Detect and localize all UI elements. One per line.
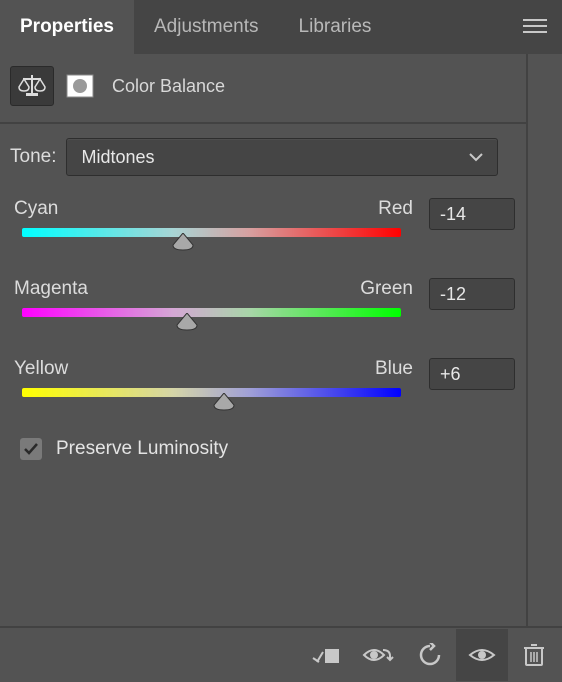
tone-dropdown[interactable]: Midtones <box>66 138 498 176</box>
slider-thumb[interactable] <box>176 313 198 336</box>
eye-toggle-icon <box>362 644 394 666</box>
preserve-luminosity-label: Preserve Luminosity <box>56 438 228 460</box>
tab-adjustments[interactable]: Adjustments <box>134 0 279 54</box>
mask-icon <box>65 73 95 99</box>
slider-thumb[interactable] <box>172 233 194 256</box>
slider-magenta-green: Magenta Green <box>10 278 515 340</box>
slider-left-label: Yellow <box>14 358 68 380</box>
tone-label: Tone: <box>10 146 56 168</box>
slider-right-label: Blue <box>375 358 413 380</box>
tab-label: Properties <box>20 16 114 38</box>
adjustment-title: Color Balance <box>112 76 225 97</box>
slider-yellow-blue: Yellow Blue <box>10 358 515 420</box>
reset-button[interactable] <box>404 629 456 681</box>
tone-value: Midtones <box>81 147 154 168</box>
slider-value-input-yellow-blue[interactable] <box>429 358 515 390</box>
check-icon <box>24 443 38 455</box>
slider-track-magenta-green[interactable] <box>10 306 413 340</box>
divider <box>0 122 562 124</box>
tab-properties[interactable]: Properties <box>0 0 134 54</box>
view-previous-state-button[interactable] <box>352 629 404 681</box>
menu-icon <box>523 19 547 35</box>
balance-scale-icon <box>17 73 47 99</box>
adjustment-type-icon-box[interactable] <box>10 66 54 106</box>
slider-track-yellow-blue[interactable] <box>10 386 413 420</box>
visibility-button[interactable] <box>456 629 508 681</box>
tab-label: Libraries <box>299 16 372 38</box>
panel-tabs: Properties Adjustments Libraries <box>0 0 562 54</box>
layer-mask-icon-box[interactable] <box>62 68 98 104</box>
slider-value-input-magenta-green[interactable] <box>429 278 515 310</box>
chevron-down-icon <box>469 152 483 162</box>
reset-icon <box>417 643 443 667</box>
panel-menu-button[interactable] <box>508 0 562 54</box>
trash-icon <box>523 643 545 667</box>
clip-icon <box>312 644 340 666</box>
slider-value-input-cyan-red[interactable] <box>429 198 515 230</box>
slider-right-label: Red <box>378 198 413 220</box>
preserve-luminosity-checkbox[interactable] <box>20 438 42 460</box>
preserve-luminosity-row: Preserve Luminosity <box>20 438 552 460</box>
tone-row: Tone: Midtones <box>10 138 552 176</box>
slider-left-label: Cyan <box>14 198 58 220</box>
delete-button[interactable] <box>508 629 560 681</box>
adjustment-header: Color Balance <box>0 54 562 122</box>
tab-label: Adjustments <box>154 16 259 38</box>
panel-footer <box>0 626 562 682</box>
eye-icon <box>468 645 496 665</box>
panel-body: Tone: Midtones Cyan Red <box>0 138 562 460</box>
slider-left-label: Magenta <box>14 278 88 300</box>
slider-right-label: Green <box>360 278 413 300</box>
slider-cyan-red: Cyan Red <box>10 198 515 260</box>
clip-to-layer-button[interactable] <box>300 629 352 681</box>
slider-track-cyan-red[interactable] <box>10 226 413 260</box>
sliders-area: Cyan Red Magenta Green <box>10 198 515 420</box>
tab-libraries[interactable]: Libraries <box>279 0 392 54</box>
slider-thumb[interactable] <box>213 393 235 416</box>
